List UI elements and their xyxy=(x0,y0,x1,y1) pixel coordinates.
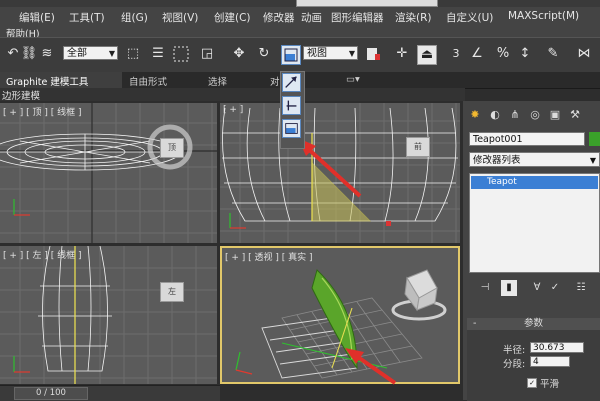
uniform-scale-icon[interactable] xyxy=(282,73,301,92)
stack-toolbar: ⊣ ▮ ∀ ✓ ☷ xyxy=(463,277,600,299)
object-color-swatch[interactable] xyxy=(589,132,600,146)
display-tab-icon[interactable]: ▣ xyxy=(547,107,563,123)
object-name-field[interactable]: Teapot001 xyxy=(469,132,585,146)
configure-modifier-sets-icon[interactable]: ☷ xyxy=(573,280,589,296)
parameters-rollout-header[interactable]: - 参数 xyxy=(467,318,600,330)
time-slider[interactable]: 0 / 100 xyxy=(14,387,88,400)
segments-label: 分段: xyxy=(503,359,526,370)
utilities-tab-icon[interactable]: ⚒ xyxy=(567,107,583,123)
remove-modifier-icon[interactable]: ✓ xyxy=(547,280,563,296)
squash-scale-icon[interactable] xyxy=(282,119,301,138)
collapse-icon: - xyxy=(473,318,477,329)
modifier-list-dropdown[interactable]: 修改器列表 ▼ xyxy=(469,152,600,167)
modify-tab-icon[interactable]: ◐ xyxy=(487,107,503,123)
pin-stack-icon[interactable]: ⊣ xyxy=(477,280,493,296)
radius-label: 半径: xyxy=(503,345,526,356)
show-end-result-icon[interactable]: ▮ xyxy=(501,280,517,296)
chevron-down-icon: ▼ xyxy=(589,156,596,165)
radius-spinner[interactable]: 30.673 xyxy=(530,342,584,353)
smooth-label: 平滑 xyxy=(540,379,560,390)
modifier-list-label: 修改器列表 xyxy=(473,155,521,166)
parameters-title: 参数 xyxy=(523,318,543,329)
hierarchy-tab-icon[interactable]: ⋔ xyxy=(507,107,523,123)
create-tab-icon[interactable]: ✸ xyxy=(467,107,483,123)
segments-spinner[interactable]: 4 xyxy=(530,356,570,367)
stack-item-teapot[interactable]: Teapot xyxy=(471,176,598,189)
motion-tab-icon[interactable]: ◎ xyxy=(527,107,543,123)
make-unique-icon[interactable]: ∀ xyxy=(529,280,545,296)
non-uniform-scale-icon[interactable] xyxy=(282,96,301,115)
smooth-checkbox[interactable]: ✓ xyxy=(527,378,537,388)
